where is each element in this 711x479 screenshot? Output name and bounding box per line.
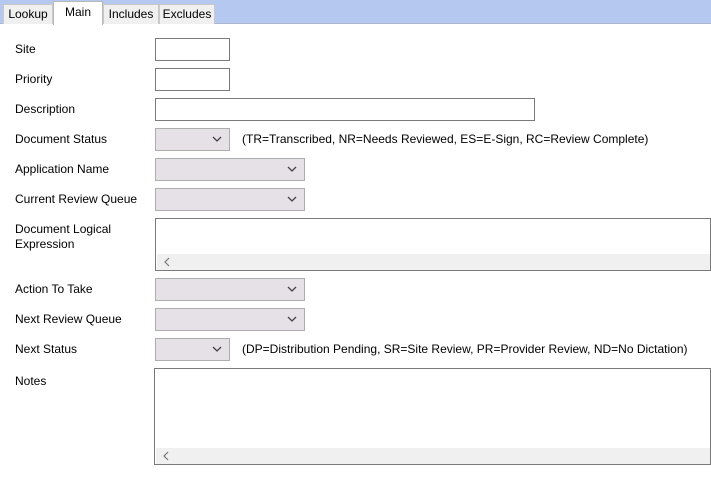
tab-lookup[interactable]: Lookup: [3, 4, 53, 24]
document-status-hint: (TR=Transcribed, NR=Needs Reviewed, ES=E…: [242, 132, 649, 146]
chevron-down-icon: [212, 346, 222, 352]
tab-main[interactable]: Main: [53, 1, 103, 25]
chevron-down-icon: [212, 136, 222, 142]
next-review-queue-label: Next Review Queue: [15, 312, 122, 326]
next-review-queue-dropdown[interactable]: [155, 308, 305, 331]
document-logical-expression-label-line1: Document Logical: [15, 222, 112, 236]
horizontal-scrollbar[interactable]: [156, 448, 710, 464]
next-status-dropdown[interactable]: [155, 338, 230, 361]
document-logical-expression-field[interactable]: [155, 218, 711, 271]
notes-field[interactable]: [154, 368, 711, 465]
priority-label: Priority: [15, 72, 53, 86]
site-field[interactable]: [155, 38, 230, 61]
action-to-take-label: Action To Take: [15, 282, 93, 296]
horizontal-scrollbar[interactable]: [157, 254, 710, 270]
scroll-left-arrow-icon[interactable]: [162, 451, 170, 461]
chevron-down-icon: [287, 196, 297, 202]
scroll-left-arrow-icon[interactable]: [163, 257, 171, 267]
action-to-take-dropdown[interactable]: [155, 278, 305, 301]
chevron-down-icon: [287, 286, 297, 292]
next-status-hint: (DP=Distribution Pending, SR=Site Review…: [242, 342, 688, 356]
tab-excludes[interactable]: Excludes: [159, 4, 215, 24]
document-logical-expression-label-line2: Expression: [15, 237, 75, 251]
current-review-queue-dropdown[interactable]: [155, 188, 305, 211]
application-name-label: Application Name: [15, 162, 110, 176]
document-status-dropdown[interactable]: [155, 128, 230, 151]
site-label: Site: [15, 42, 36, 56]
description-label: Description: [15, 102, 76, 116]
document-status-label: Document Status: [15, 132, 108, 146]
description-field[interactable]: [155, 98, 535, 121]
chevron-down-icon: [287, 166, 297, 172]
next-status-label: Next Status: [15, 342, 78, 356]
application-name-dropdown[interactable]: [155, 158, 305, 181]
tab-bar: Lookup Main Includes Excludes: [0, 0, 711, 25]
tab-includes[interactable]: Includes: [103, 4, 159, 24]
chevron-down-icon: [287, 316, 297, 322]
priority-field[interactable]: [155, 68, 230, 91]
current-review-queue-label: Current Review Queue: [15, 192, 138, 206]
notes-label: Notes: [15, 374, 47, 388]
